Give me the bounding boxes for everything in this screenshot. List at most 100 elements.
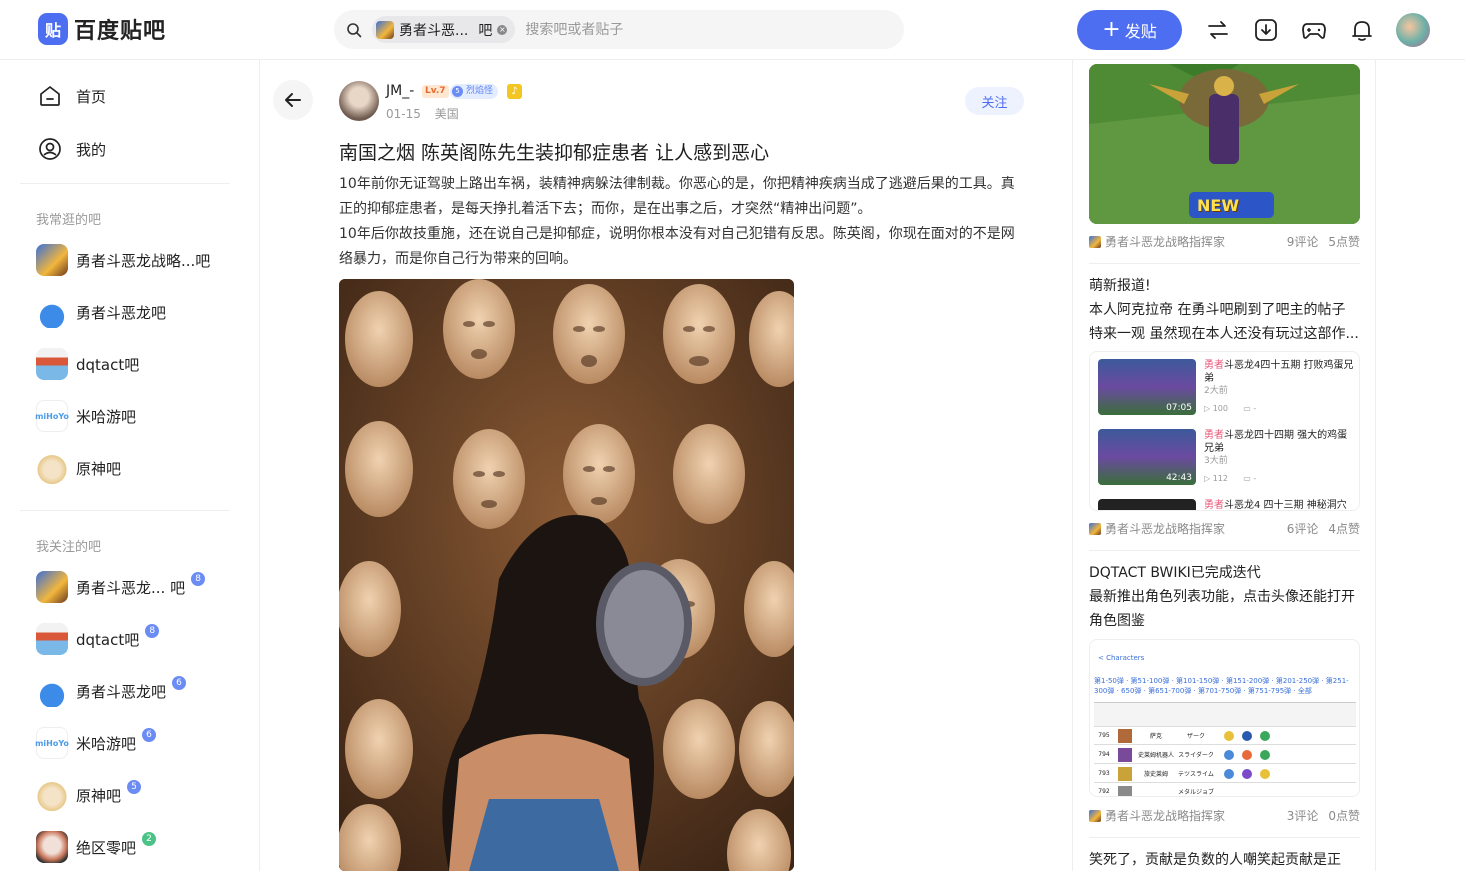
back-button[interactable] bbox=[273, 80, 313, 120]
post-location: 美国 bbox=[434, 107, 459, 121]
chip-close-icon[interactable]: × bbox=[497, 24, 508, 35]
frequent-forum-item[interactable]: miHoYo 米哈游吧 bbox=[35, 400, 137, 432]
card-separator bbox=[1089, 837, 1360, 838]
card-comments[interactable]: 9评论 bbox=[1287, 235, 1319, 249]
forum-chip-suffix: 吧 bbox=[478, 22, 493, 39]
download-icon[interactable] bbox=[1253, 17, 1279, 43]
card-likes[interactable]: 5点赞 bbox=[1328, 235, 1360, 249]
following-forums-title: 我关注的吧 bbox=[36, 540, 102, 555]
post-meta: 01-15 美国 bbox=[386, 105, 459, 122]
card-text[interactable]: DQTACT BWIKI已完成迭代 最新推出角色列表功能，点击头像还能打开 角色… bbox=[1089, 561, 1360, 633]
forum-avatar bbox=[36, 452, 68, 484]
forum-name: 勇者斗恶龙... 吧 bbox=[76, 578, 186, 597]
forum-icon bbox=[1089, 522, 1101, 535]
card-meta: 勇者斗恶龙战略指挥家 6评论 4点赞 bbox=[1089, 520, 1360, 537]
title-badge: 5 烈焰怪 bbox=[450, 84, 499, 99]
following-forum-item[interactable]: 勇者斗恶龙... 吧 8 bbox=[36, 571, 206, 603]
swap-icon[interactable] bbox=[1205, 17, 1231, 43]
frequent-forum-item[interactable]: 勇者斗恶龙吧 bbox=[36, 296, 166, 328]
post-title: 南国之烟 陈英阁陈先生装抑郁症患者 让人感到恶心 bbox=[339, 142, 770, 164]
card-line: 特来一观 虽然现在本人还没有玩过这部作... bbox=[1089, 326, 1359, 342]
forum-name: 米哈游吧 bbox=[76, 407, 137, 426]
wiki-name: 史莱姆机器人 bbox=[1137, 752, 1174, 759]
forum-level-badge: 2 bbox=[142, 832, 157, 846]
forum-name: 绝区零吧 bbox=[76, 838, 137, 857]
card-forum[interactable]: 勇者斗恶龙战略指挥家 bbox=[1105, 233, 1225, 250]
frequent-forum-item[interactable]: dqtact吧 bbox=[36, 348, 139, 380]
nav-home-label: 首页 bbox=[76, 87, 107, 106]
video-item[interactable]: 07:05 勇者斗恶龙4四十五期 打败鸡蛋兄弟 2大前 ▷ 100 ▭ - bbox=[1098, 359, 1356, 415]
wiki-kana: メタルジョブ bbox=[1177, 789, 1214, 796]
following-forum-item[interactable]: 原神吧 5 bbox=[36, 779, 142, 811]
forum-level-badge: 8 bbox=[145, 624, 160, 638]
home-icon bbox=[40, 86, 60, 106]
nav-home[interactable]: 首页 bbox=[38, 84, 106, 108]
post-image[interactable] bbox=[339, 279, 794, 871]
video-views: 112 bbox=[1212, 474, 1228, 483]
video-item[interactable]: 勇者斗恶龙4 四十三期 神秘洞穴 bbox=[1098, 499, 1356, 511]
bell-icon[interactable] bbox=[1349, 17, 1375, 43]
frequent-forum-item[interactable]: 勇者斗恶龙战略...吧 bbox=[36, 244, 210, 276]
following-forum-item[interactable]: 勇者斗恶龙吧 6 bbox=[36, 675, 187, 707]
card-forum[interactable]: 勇者斗恶龙战略指挥家 bbox=[1105, 520, 1225, 537]
video-thumbnail: 42:43 bbox=[1098, 429, 1196, 485]
video-title: 斗恶龙4四十五期 打败鸡蛋兄弟 bbox=[1204, 360, 1354, 384]
recommend-image[interactable]: NEW bbox=[1089, 64, 1360, 224]
forum-name: 勇者斗恶龙战略...吧 bbox=[76, 251, 211, 270]
forum-name: dqtact吧 bbox=[76, 630, 140, 649]
wiki-name: 旅史莱姆 bbox=[1143, 771, 1168, 778]
forum-avatar bbox=[36, 244, 68, 276]
author-name[interactable]: JM_- bbox=[386, 83, 414, 99]
left-sidebar: 首页 我的 我常逛的吧 勇者斗恶龙战略...吧 勇者斗恶龙吧 dqtact吧 m… bbox=[0, 60, 260, 871]
card-comments[interactable]: 3评论 bbox=[1287, 809, 1319, 823]
card-comments[interactable]: 6评论 bbox=[1287, 522, 1319, 536]
card-likes[interactable]: 4点赞 bbox=[1328, 522, 1360, 536]
follow-button[interactable]: 关注 bbox=[965, 87, 1024, 115]
video-time: 3大前 bbox=[1204, 456, 1228, 466]
wiki-num: 795 bbox=[1098, 732, 1110, 739]
search-input[interactable] bbox=[525, 21, 826, 38]
title-badge-num: 5 bbox=[452, 86, 463, 97]
video-list-card[interactable]: 07:05 勇者斗恶龙4四十五期 打败鸡蛋兄弟 2大前 ▷ 100 ▭ - 42… bbox=[1089, 351, 1360, 511]
video-highlight: 勇者 bbox=[1204, 430, 1224, 441]
search-bar[interactable]: 勇者斗恶... 吧 × bbox=[334, 10, 904, 49]
user-avatar[interactable] bbox=[1396, 13, 1430, 47]
user-icon bbox=[39, 138, 61, 160]
new-post-label: 发贴 bbox=[1124, 22, 1157, 41]
wiki-kana: テツスライム bbox=[1178, 771, 1214, 778]
forum-level-badge: 6 bbox=[142, 728, 157, 742]
wiki-links: 第1-50弹 · 第51-100弹 · 第101-150弹 · 第151-200… bbox=[1094, 677, 1349, 695]
video-danmaku: - bbox=[1253, 404, 1257, 413]
author-avatar[interactable] bbox=[339, 81, 379, 121]
tieba-logo[interactable]: 贴 百度贴吧 bbox=[38, 13, 166, 45]
card-separator bbox=[1089, 550, 1360, 551]
following-forum-item[interactable]: dqtact吧 8 bbox=[36, 623, 160, 655]
gamepad-icon[interactable] bbox=[1301, 17, 1327, 43]
video-highlight: 勇者 bbox=[1204, 360, 1224, 371]
plus-icon: + bbox=[1102, 17, 1121, 42]
card-likes[interactable]: 0点赞 bbox=[1328, 809, 1360, 823]
following-forum-item[interactable]: 绝区零吧 2 bbox=[36, 831, 157, 863]
wiki-table: 795 萨克 ザーク 794 史莱姆机器人 スライダーク 793 旅史莱姆 テツスライム 7… bbox=[1094, 702, 1356, 796]
card-separator bbox=[1089, 263, 1360, 264]
forum-level-badge: 6 bbox=[172, 676, 187, 690]
forum-chip[interactable]: 勇者斗恶... 吧 × bbox=[372, 16, 516, 43]
wiki-screenshot[interactable]: < Characters 第1-50弹 · 第51-100弹 · 第101-15… bbox=[1089, 639, 1360, 797]
video-highlight: 勇者 bbox=[1204, 500, 1224, 511]
following-forum-item[interactable]: miHoYo 米哈游吧 6 bbox=[35, 727, 157, 759]
card-text[interactable]: 笑死了，贡献是负数的人嘲笑起贡献是正 bbox=[1089, 848, 1360, 871]
video-item[interactable]: 42:43 勇者斗恶龙四十四期 强大的鸡蛋兄弟 3大前 ▷ 112 ▭ - bbox=[1098, 429, 1356, 485]
video-views: 100 bbox=[1212, 404, 1228, 413]
wiki-num: 793 bbox=[1098, 770, 1110, 777]
card-forum[interactable]: 勇者斗恶龙战略指挥家 bbox=[1105, 807, 1225, 824]
card-line: 本人阿克拉帝 在勇斗吧刷到了吧主的帖子 bbox=[1089, 302, 1346, 318]
post-paragraph: 10年前你无证驾驶上路出车祸，装精神病躲法律制裁。你恶心的是，你把精神疾病当成了… bbox=[339, 176, 1015, 217]
nav-mine[interactable]: 我的 bbox=[38, 137, 106, 161]
new-post-button[interactable]: + 发贴 bbox=[1077, 10, 1182, 50]
frequent-forums-title: 我常逛的吧 bbox=[36, 213, 102, 228]
frequent-forum-item[interactable]: 原神吧 bbox=[36, 452, 121, 484]
card-text[interactable]: 萌新报道! 本人阿克拉帝 在勇斗吧刷到了吧主的帖子 特来一观 虽然现在本人还没有… bbox=[1089, 274, 1360, 346]
title-badge-text: 烈焰怪 bbox=[466, 86, 494, 96]
forum-name: 原神吧 bbox=[76, 459, 122, 478]
forum-icon bbox=[1089, 809, 1101, 822]
